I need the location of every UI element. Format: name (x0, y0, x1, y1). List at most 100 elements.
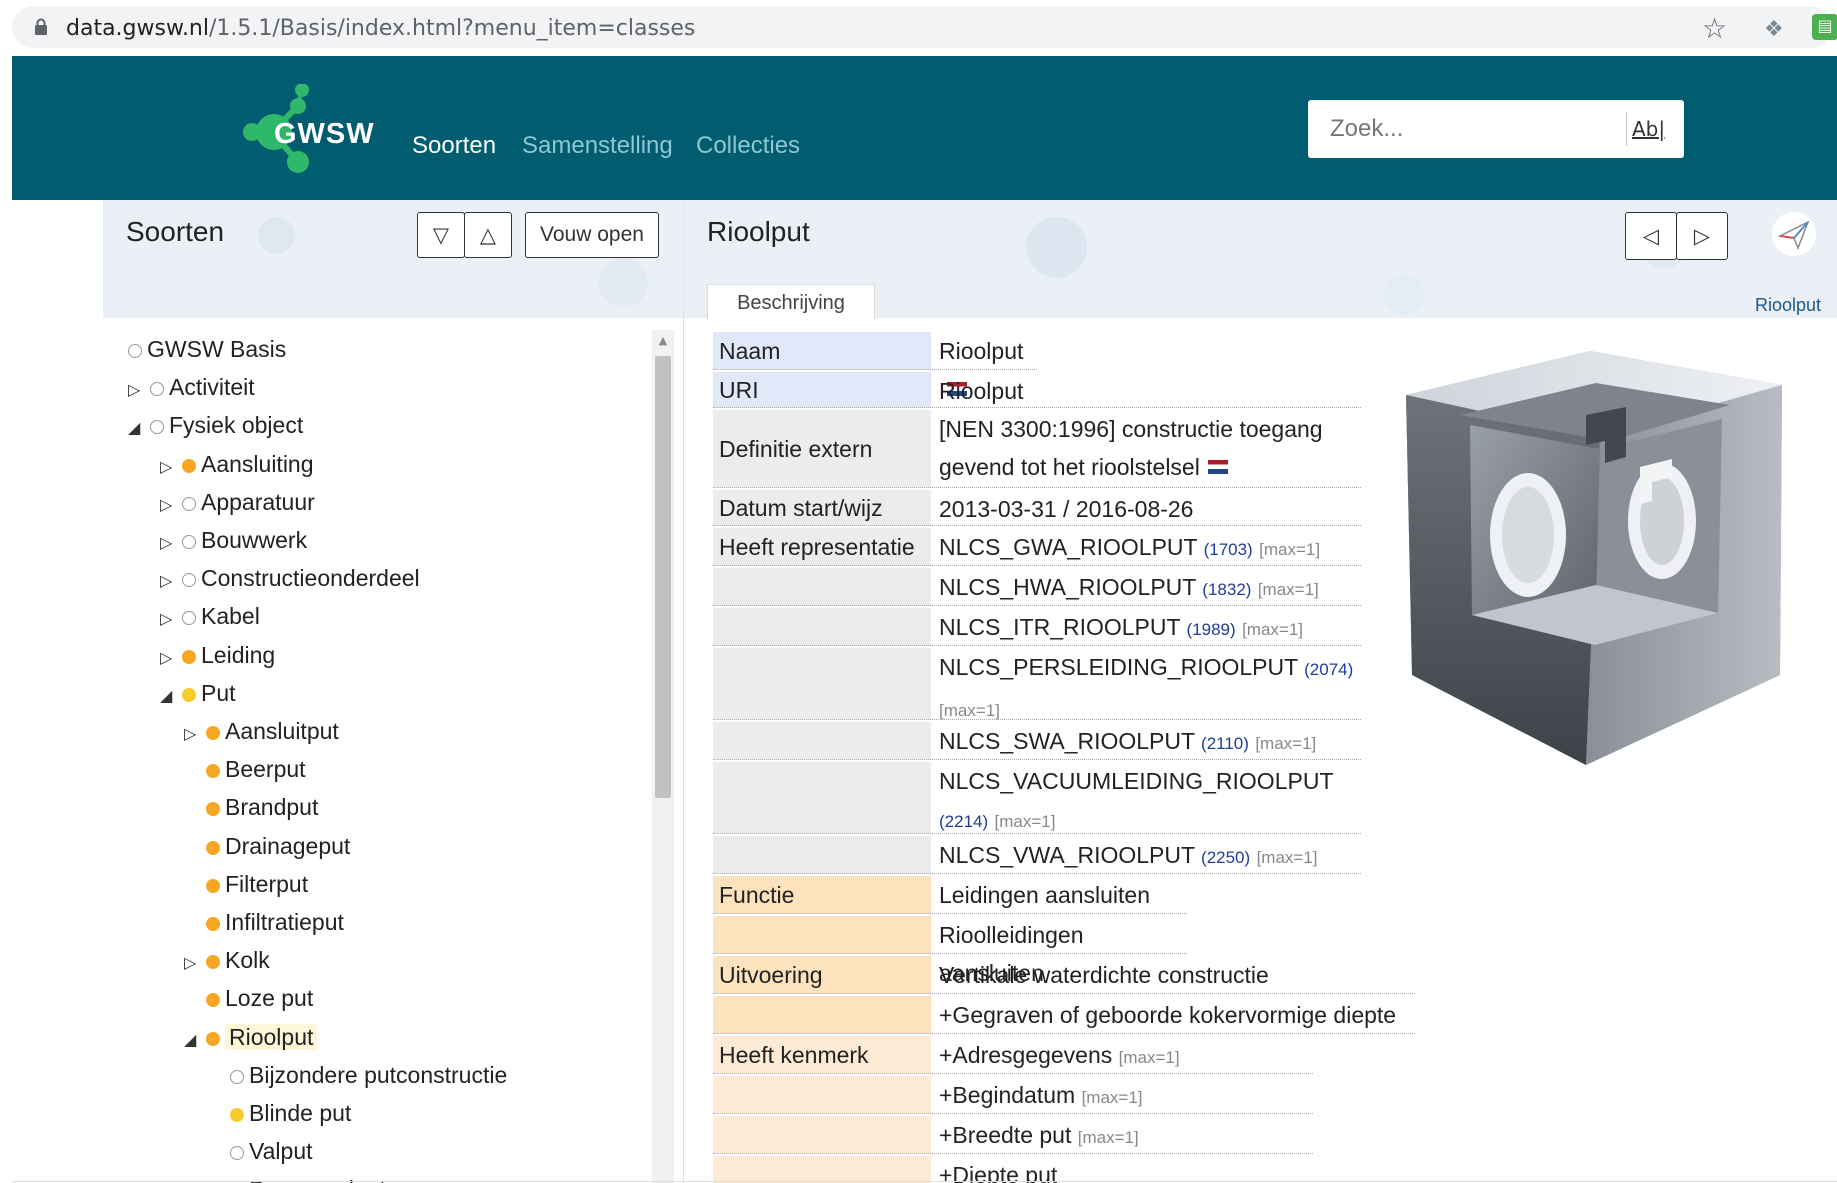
row-divider (713, 1113, 1313, 1114)
tree-item[interactable]: GWSW Basis (128, 330, 286, 368)
tree-item[interactable]: Filterput (184, 865, 308, 903)
tree-item[interactable]: Brandput (184, 788, 318, 826)
tree-item-label: Beerput (225, 756, 306, 783)
browser-url-bar[interactable]: data.gwsw.nl/1.5.1/Basis/index.html?menu… (12, 6, 1837, 48)
property-label: Datum start/wijz (713, 490, 931, 526)
tree-item[interactable]: Infiltratieput (184, 903, 344, 941)
representation-code-link[interactable]: (1703) (1204, 540, 1253, 559)
row-divider (713, 487, 1361, 488)
scroll-up-icon[interactable]: ▲ (652, 334, 674, 350)
property-label-text: Datum start/wijz (719, 494, 883, 521)
tree-item[interactable]: ◢ Rioolput (184, 1018, 318, 1059)
property-value-text: NLCS_PERSLEIDING_RIOOLPUT (939, 654, 1298, 680)
property-value: NLCS_VACUUMLEIDING_RIOOLPUT (2214) [max=… (933, 762, 1359, 841)
property-value: +Begindatum [max=1] (933, 1076, 1311, 1117)
property-value-text: NLCS_VACUUMLEIDING_RIOOLPUT (939, 768, 1334, 794)
collapse-triangle-icon[interactable]: ◢ (160, 677, 182, 715)
property-label (713, 568, 931, 606)
property-value-text: Rioolput (939, 378, 1024, 404)
expand-triangle-icon[interactable]: ▷ (160, 600, 182, 638)
arrow-down-icon: ▽ (432, 223, 450, 247)
expand-triangle-icon[interactable]: ▷ (160, 486, 182, 524)
tree-item[interactable]: Drainageput (184, 827, 350, 865)
row-divider (713, 407, 1361, 408)
representation-code-link[interactable]: (1832) (1202, 580, 1251, 599)
expand-all-button[interactable]: Vouw open (525, 212, 659, 258)
expand-triangle-icon[interactable]: ▷ (128, 371, 150, 409)
property-label: Uitvoering (713, 956, 931, 994)
tree-item[interactable]: ▷ Activiteit (128, 368, 255, 406)
nav-collecties[interactable]: Collecties (696, 132, 800, 160)
url-host: data.gwsw.nl (66, 16, 209, 41)
property-value: [NEN 3300:1996] constructie toegang geve… (933, 410, 1359, 488)
tree-item[interactable]: ▷ Bouwwerk (160, 521, 307, 559)
tree-item[interactable]: Valput (208, 1132, 313, 1170)
tree-item[interactable]: ◢ Fysiek object (128, 406, 303, 444)
property-label: Functie (713, 876, 931, 914)
tree-item[interactable]: ▷ Aansluiting (160, 445, 314, 483)
tree-item-label: Filterput (225, 870, 309, 897)
tree-item[interactable]: ▷ Constructieonderdeel (160, 559, 420, 597)
dropbox-extension-icon[interactable]: ❖ (1764, 16, 1784, 42)
expand-triangle-icon[interactable]: ▷ (160, 524, 182, 562)
tree-item[interactable]: ▷ Kabel (160, 597, 260, 635)
tree-item[interactable]: ◢ Put (160, 674, 236, 712)
property-value: NLCS_VWA_RIOOLPUT (2250) [max=1] (933, 836, 1359, 877)
collapse-triangle-icon[interactable]: ◢ (184, 1021, 206, 1059)
url-path: /1.5.1/Basis/index.html?menu_item=classe… (209, 16, 696, 41)
row-divider (713, 1033, 1415, 1034)
tab-beschrijving[interactable]: Beschrijving (707, 284, 875, 320)
previous-button[interactable]: ◁ (1625, 212, 1677, 260)
tree-item[interactable]: Beerput (184, 750, 306, 788)
expand-triangle-icon[interactable]: ▷ (184, 715, 206, 753)
property-value: +Gegraven of geboorde kokervormige diept… (933, 996, 1413, 1034)
representation-code-link[interactable]: (2074) (1304, 660, 1353, 679)
tree-item-label: Rioolput (225, 1023, 318, 1050)
next-button[interactable]: ▷ (1676, 212, 1728, 260)
property-value-text: [NEN 3300:1996] constructie toegang geve… (939, 416, 1323, 480)
row-divider (713, 525, 1361, 526)
bookmark-star-icon[interactable]: ☆ (1702, 12, 1727, 45)
row-divider (713, 873, 1361, 874)
expand-triangle-icon[interactable]: ▷ (160, 562, 182, 600)
search-input[interactable] (1308, 100, 1620, 158)
navigator-icon[interactable] (1772, 212, 1816, 256)
status-bullet-icon (206, 840, 220, 855)
url-text[interactable]: data.gwsw.nl/1.5.1/Basis/index.html?menu… (66, 16, 695, 41)
representation-code-link[interactable]: (1989) (1187, 620, 1236, 639)
status-bullet-icon (182, 458, 196, 473)
tree-item-label: Valput (249, 1138, 313, 1165)
property-label (713, 608, 931, 646)
status-bullet-icon (182, 649, 196, 664)
collapse-down-button[interactable]: ▽ (417, 212, 465, 258)
property-value-text: +Gegraven of geboorde kokervormige diept… (939, 1002, 1397, 1028)
breadcrumb[interactable]: Rioolput (1755, 295, 1821, 316)
search-mode-button[interactable]: Ab| (1626, 112, 1670, 146)
tree-item[interactable]: Bijzondere putconstructie (208, 1056, 507, 1094)
property-value-text: +Breedte put (939, 1122, 1072, 1148)
expand-triangle-icon[interactable]: ▷ (160, 639, 182, 677)
tree-item[interactable]: ▷ Apparatuur (160, 483, 315, 521)
representation-code-link[interactable]: (2110) (1201, 734, 1249, 753)
property-label (713, 996, 931, 1034)
cardinality-badge: [max=1] (1081, 1088, 1143, 1107)
nav-soorten[interactable]: Soorten (412, 132, 496, 160)
extension-icon[interactable]: ▤ (1812, 14, 1837, 40)
cardinality-badge: [max=1] (1259, 540, 1321, 559)
collapse-triangle-icon[interactable]: ◢ (128, 409, 150, 447)
tree-item-label: Aansluitput (225, 718, 339, 744)
representation-code-link[interactable]: (2214) (939, 812, 988, 831)
tree-item[interactable]: Loze put (184, 979, 313, 1017)
tree-item[interactable]: Blinde put (208, 1094, 351, 1132)
collapse-up-button[interactable]: △ (464, 212, 512, 258)
nav-samenstelling[interactable]: Samenstelling (522, 132, 673, 160)
tree-item[interactable]: ▷ Aansluitput (184, 712, 339, 750)
tree-item[interactable]: ▷ Leiding (160, 636, 275, 674)
representation-code-link[interactable]: (2250) (1201, 848, 1250, 867)
tree-scrollbar-thumb[interactable] (655, 356, 671, 798)
logo-text[interactable]: GWSW (274, 118, 375, 151)
expand-triangle-icon[interactable]: ▷ (160, 448, 182, 486)
expand-triangle-icon[interactable]: ▷ (184, 944, 206, 982)
tree-item[interactable]: ▷ Kolk (184, 941, 270, 979)
property-label (713, 648, 931, 720)
